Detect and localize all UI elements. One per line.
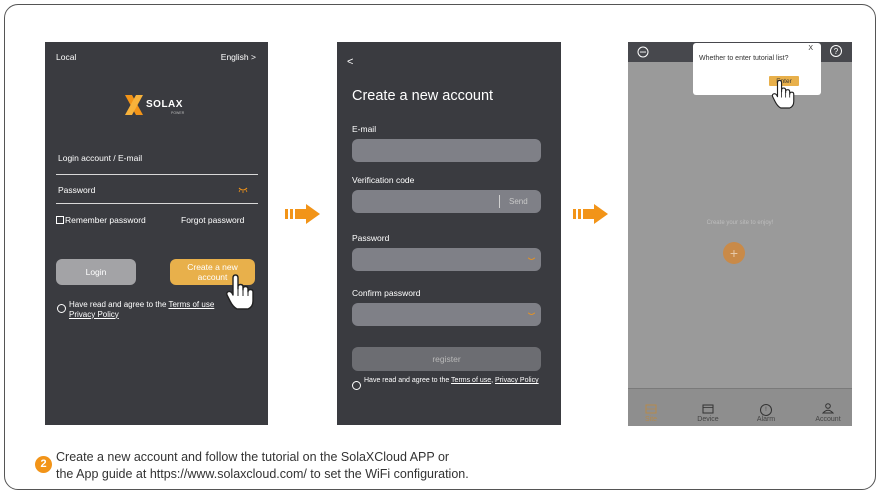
logo-subtext: POWER <box>171 111 185 115</box>
instruction-line-2: the App guide at https://www.solaxcloud.… <box>56 467 469 481</box>
logo-text: SOLAX <box>146 99 183 110</box>
popup-message: Whether to enter tutorial list? <box>699 55 789 62</box>
privacy-link[interactable]: Privacy Policy <box>69 310 119 319</box>
password-input[interactable] <box>352 248 541 271</box>
solax-logo: SOLAX POWER <box>123 93 203 119</box>
verification-label: Verification code <box>352 175 415 185</box>
step-number-badge: 2 <box>35 456 52 473</box>
tutorial-popup: X Whether to enter tutorial list? Enter <box>693 43 821 95</box>
send-divider <box>499 195 500 208</box>
device-icon <box>702 404 714 414</box>
forgot-password-link[interactable]: Forgot password <box>181 215 244 225</box>
confirm-password-label: Confirm password <box>352 288 421 298</box>
email-label: E-mail <box>352 124 377 134</box>
arrow-right-icon <box>285 204 320 224</box>
user-icon <box>821 403 835 414</box>
nav-device-label: Device <box>697 416 719 423</box>
verification-input[interactable]: Send <box>352 190 541 213</box>
hand-pointer-icon <box>226 274 254 310</box>
local-label[interactable]: Local <box>56 52 76 62</box>
remember-checkbox[interactable] <box>56 216 64 224</box>
bottom-nav: Site Device ! Alarm Account <box>628 388 852 426</box>
terms-link[interactable]: Terms of use <box>168 300 214 309</box>
nav-alarm[interactable]: ! Alarm <box>746 404 786 423</box>
send-code-button[interactable]: Send <box>509 197 528 206</box>
eye-closed-icon[interactable] <box>527 257 536 262</box>
popup-close-button[interactable]: X <box>808 45 813 52</box>
agree-text: Have read and agree to the Terms of use,… <box>364 377 539 384</box>
nav-account-label: Account <box>815 416 841 423</box>
page-title: Create a new account <box>352 88 494 104</box>
instruction-line-1: Create a new account and follow the tuto… <box>56 450 450 464</box>
agree-radio[interactable] <box>352 381 361 390</box>
account-underline <box>56 174 258 175</box>
nav-site[interactable]: Site <box>631 404 671 423</box>
privacy-link[interactable]: Privacy Policy <box>495 377 539 384</box>
nav-device[interactable]: Device <box>688 404 728 423</box>
confirm-password-input[interactable] <box>352 303 541 326</box>
agree-prefix: Have read and agree to the <box>69 300 169 309</box>
nav-account[interactable]: Account <box>808 403 848 423</box>
hand-pointer-icon <box>771 79 795 109</box>
register-button[interactable]: register <box>352 347 541 371</box>
register-screen: < Create a new account E-mail Verificati… <box>337 42 561 425</box>
back-button[interactable]: < <box>347 56 353 68</box>
remember-label: Remember password <box>65 215 146 225</box>
password-underline <box>56 203 258 204</box>
language-selector[interactable]: English > <box>221 52 256 62</box>
login-button[interactable]: Login <box>56 259 136 285</box>
eye-closed-icon[interactable] <box>238 187 248 193</box>
site-icon <box>645 404 657 414</box>
password-label: Password <box>352 233 390 243</box>
logo-x-icon <box>125 95 143 115</box>
agree-radio[interactable] <box>57 304 66 313</box>
eye-closed-icon[interactable] <box>527 312 536 317</box>
terms-link[interactable]: Terms of use <box>451 377 491 384</box>
help-icon[interactable]: ? <box>830 45 842 57</box>
email-input[interactable] <box>352 139 541 162</box>
empty-site-text: Create your site to enjoy! <box>706 220 774 226</box>
add-site-button[interactable]: + <box>723 242 745 264</box>
password-field[interactable]: Password <box>58 185 95 195</box>
home-screen: ? X Whether to enter tutorial list? Ente… <box>628 42 852 426</box>
nav-alarm-label: Alarm <box>756 416 776 423</box>
account-field[interactable]: Login account / E-mail <box>58 153 142 163</box>
agree-prefix: Have read and agree to the <box>364 377 452 384</box>
arrow-right-icon <box>573 204 608 224</box>
alarm-icon: ! <box>760 404 772 416</box>
menu-dots-icon[interactable] <box>637 46 649 58</box>
nav-site-label: Site <box>644 416 658 423</box>
login-screen: Local English > SOLAX POWER Login accoun… <box>45 42 268 425</box>
